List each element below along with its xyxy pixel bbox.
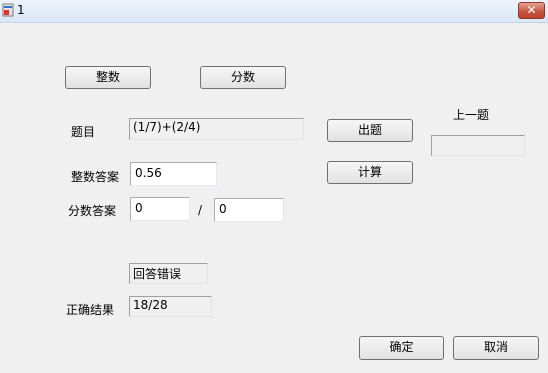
question-field: (1/7)+(2/4)	[129, 118, 304, 140]
generate-question-button[interactable]: 出题	[327, 119, 413, 142]
calculate-button[interactable]: 计算	[327, 161, 413, 184]
denominator-input[interactable]: 0	[214, 198, 284, 222]
correct-result-field: 18/28	[129, 296, 212, 317]
answer-feedback-field: 回答错误	[129, 263, 208, 284]
title-bar: 1 ✕	[0, 0, 548, 23]
close-button[interactable]: ✕	[518, 2, 545, 19]
dialog-client-area: 整数 分数 题目 (1/7)+(2/4) 出题 上一题 整数答案 0.56 计算…	[0, 23, 548, 373]
window-title: 1	[17, 3, 25, 17]
integer-button[interactable]: 整数	[65, 66, 151, 89]
question-label: 题目	[71, 125, 96, 139]
previous-question-label: 上一题	[453, 108, 490, 122]
integer-answer-input[interactable]: 0.56	[130, 162, 217, 186]
numerator-input[interactable]: 0	[130, 197, 190, 221]
close-icon: ✕	[526, 3, 537, 17]
fraction-button[interactable]: 分数	[200, 66, 286, 89]
app-icon	[2, 3, 14, 17]
fraction-answer-label: 分数答案	[68, 204, 117, 218]
fraction-separator: /	[198, 203, 203, 217]
cancel-button[interactable]: 取消	[453, 336, 539, 360]
previous-question-field	[431, 135, 525, 156]
correct-result-label: 正确结果	[66, 303, 115, 317]
integer-answer-label: 整数答案	[71, 170, 120, 184]
ok-button[interactable]: 确定	[359, 336, 444, 360]
